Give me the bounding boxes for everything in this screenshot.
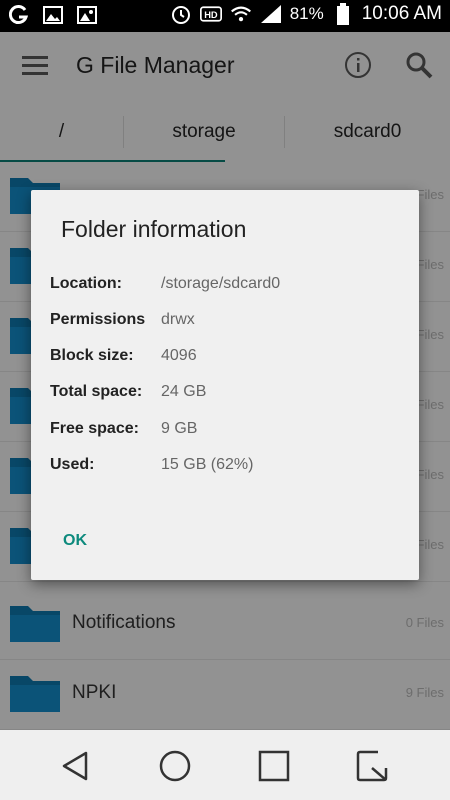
image-icon bbox=[42, 4, 64, 26]
recents-icon[interactable] bbox=[256, 748, 292, 784]
info-label: Free space: bbox=[50, 420, 139, 437]
alarm-icon bbox=[170, 3, 192, 25]
ok-button[interactable]: OK bbox=[63, 532, 87, 550]
status-bar: HD 81% 10:06 AM bbox=[0, 0, 450, 32]
capture-icon[interactable] bbox=[354, 748, 390, 784]
home-icon[interactable] bbox=[157, 748, 193, 784]
navigation-bar bbox=[0, 730, 450, 800]
info-label: Location: bbox=[50, 275, 122, 292]
gallery-icon bbox=[76, 4, 98, 26]
folder-info-dialog: Folder information Location: /storage/sd… bbox=[31, 190, 419, 580]
info-value: 15 GB (62%) bbox=[161, 456, 254, 473]
battery-icon bbox=[332, 3, 354, 25]
info-label: Used: bbox=[50, 456, 95, 473]
info-value: 4096 bbox=[161, 347, 197, 364]
info-value: 24 GB bbox=[161, 383, 207, 400]
hd-icon: HD bbox=[199, 3, 222, 25]
wifi-icon bbox=[230, 3, 252, 25]
info-value: /storage/sdcard0 bbox=[161, 275, 281, 292]
battery-percent: 81% bbox=[289, 4, 324, 23]
info-value: drwx bbox=[161, 311, 195, 328]
dialog-title: Folder information bbox=[61, 216, 247, 242]
g-icon bbox=[8, 4, 30, 26]
back-icon[interactable] bbox=[58, 748, 94, 784]
clock: 10:06 AM bbox=[361, 3, 442, 24]
info-label: Permissions bbox=[50, 311, 146, 328]
signal-icon bbox=[260, 3, 282, 25]
info-label: Total space: bbox=[50, 383, 143, 400]
svg-text:HD: HD bbox=[204, 10, 218, 20]
info-value: 9 GB bbox=[161, 420, 198, 437]
info-label: Block size: bbox=[50, 347, 134, 364]
